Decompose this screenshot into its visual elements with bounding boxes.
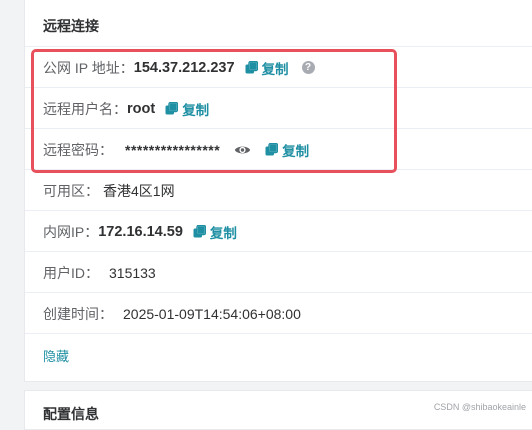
username-row: 远程用户名： root 复制 — [25, 88, 532, 129]
copy-private-ip-button[interactable]: 复制 — [193, 222, 237, 242]
copy-icon — [193, 225, 206, 238]
row-divider — [25, 333, 532, 334]
zone-label: 可用区： — [43, 182, 99, 199]
user-id-value: 315133 — [109, 264, 156, 281]
created-time-label: 创建时间： — [43, 305, 113, 322]
hide-link[interactable]: 隐藏 — [43, 346, 69, 365]
user-id-label: 用户ID： — [43, 264, 99, 281]
copy-password-button[interactable]: 复制 — [265, 140, 309, 160]
copy-icon — [265, 143, 279, 156]
public-ip-value: 154.37.212.237 — [133, 59, 235, 76]
copy-icon — [165, 102, 179, 115]
private-ip-value: 172.16.14.59 — [98, 223, 183, 240]
username-label: 远程用户名： — [43, 100, 127, 117]
config-section-title: 配置信息 — [43, 406, 99, 422]
remote-connection-card: 远程连接 公网 IP 地址： 154.37.212.237 复制 ? 远程用户名… — [24, 0, 532, 382]
copy-label: 复制 — [209, 225, 237, 241]
private-ip-label: 内网IP： — [43, 223, 99, 240]
password-value: **************** — [125, 141, 221, 158]
section-title: 远程连接 — [43, 18, 99, 34]
public-ip-row: 公网 IP 地址： 154.37.212.237 复制 ? — [25, 47, 532, 88]
copy-label: 复制 — [282, 143, 310, 159]
copy-icon — [245, 61, 258, 74]
copy-label: 复制 — [261, 61, 289, 77]
zone-row: 可用区： 香港4区1网 — [25, 170, 532, 211]
password-row: 远程密码： **************** 复制 — [25, 129, 532, 170]
watermark: CSDN @shibaokeainle — [433, 402, 526, 412]
copy-label: 复制 — [182, 102, 210, 118]
copy-public-ip-button[interactable]: 复制 — [245, 58, 289, 78]
user-id-row: 用户ID： 315133 — [25, 252, 532, 293]
public-ip-label: 公网 IP 地址： — [43, 59, 134, 76]
eye-icon[interactable] — [234, 144, 251, 156]
zone-value: 香港4区1网 — [103, 182, 175, 199]
copy-username-button[interactable]: 复制 — [165, 99, 209, 119]
created-time-value: 2025-01-09T14:54:06+08:00 — [123, 305, 301, 322]
password-label: 远程密码： — [43, 141, 113, 158]
created-time-row: 创建时间： 2025-01-09T14:54:06+08:00 — [25, 293, 532, 334]
question-circle-icon[interactable]: ? — [301, 61, 315, 74]
private-ip-row: 内网IP： 172.16.14.59 复制 — [25, 211, 532, 252]
username-value: root — [127, 100, 156, 117]
